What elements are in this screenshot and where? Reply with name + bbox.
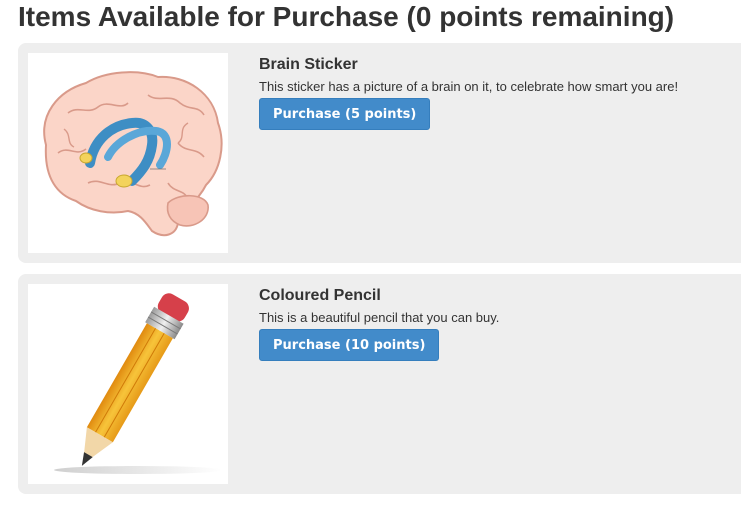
item-name: Coloured Pencil [259,287,381,304]
purchase-button-coloured-pencil[interactable]: Purchase (10 points) [259,329,440,361]
coloured-pencil-image [28,284,228,484]
item-card-brain-sticker: Brain Sticker This sticker has a picture… [18,43,741,263]
purchase-button-brain-sticker[interactable]: Purchase (5 points) [259,98,431,130]
item-card-coloured-pencil: Coloured Pencil This is a beautiful penc… [18,274,741,494]
page-title: Items Available for Purchase (0 points r… [18,1,675,32]
item-description: This is a beautiful pencil that you can … [259,310,500,325]
brain-sticker-image [28,53,228,253]
item-description: This sticker has a picture of a brain on… [259,79,679,94]
pencil-illustration [54,293,222,474]
brain-illustration [43,71,223,237]
item-name: Brain Sticker [259,56,358,73]
